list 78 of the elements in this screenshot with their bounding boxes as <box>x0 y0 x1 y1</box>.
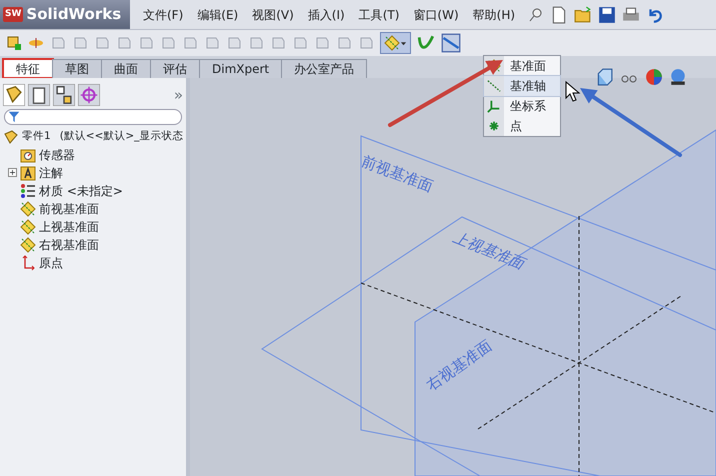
measure-icon[interactable] <box>441 33 461 53</box>
tree-item[interactable]: 材质 <未指定> <box>39 182 123 200</box>
folder-gauge-icon <box>20 146 36 162</box>
plane-label: 上视基准面 <box>450 226 528 275</box>
tab[interactable]: 特征 <box>3 59 53 78</box>
menu-item[interactable]: 基准轴 <box>484 76 560 96</box>
feature-tool-icon[interactable] <box>314 35 330 51</box>
curve-icon[interactable] <box>417 34 435 52</box>
tab[interactable]: 曲面 <box>101 59 151 78</box>
tab[interactable]: 评估 <box>150 59 200 78</box>
menu-item[interactable]: 视图(V) <box>245 6 301 24</box>
tree-item[interactable]: 右视基准面 <box>39 236 99 254</box>
config-text: (默认<<默认>_显示状态 <box>60 128 184 144</box>
open-folder-icon[interactable] <box>574 6 592 24</box>
app-name: SolidWorks <box>26 4 122 26</box>
axis-icon <box>487 79 501 93</box>
tree-item[interactable]: 前视基准面 <box>39 200 99 218</box>
menu-item[interactable]: 工具(T) <box>352 6 406 24</box>
feature-tool-icon[interactable] <box>182 35 198 51</box>
filter-field[interactable] <box>4 108 182 124</box>
parts-tree-icon[interactable] <box>3 84 25 106</box>
menu-item[interactable]: 点 <box>484 116 560 136</box>
configuration-icon[interactable] <box>53 84 75 106</box>
tree-item[interactable]: 传感器 <box>39 146 75 164</box>
tree-item[interactable]: 原点 <box>39 254 63 272</box>
scene-icon[interactable] <box>669 68 687 86</box>
feature-tool-icon[interactable] <box>292 35 308 51</box>
view-cube-icon[interactable] <box>595 68 613 86</box>
expand-panel-button[interactable]: » <box>174 84 183 106</box>
asterisk-icon <box>487 119 501 133</box>
menu-item[interactable]: 编辑(E) <box>190 6 246 24</box>
plane-icon <box>20 200 36 216</box>
menu-item[interactable]: 插入(I) <box>300 6 352 24</box>
feature-tool-icon[interactable] <box>50 35 66 51</box>
tab[interactable]: DimXpert <box>199 59 282 78</box>
plane-label: 前视基准面 <box>358 150 436 198</box>
mouse-cursor-icon <box>566 80 580 102</box>
feature-tool-icon[interactable] <box>226 35 242 51</box>
menu-item[interactable]: 坐标系 <box>484 96 560 116</box>
save-icon[interactable] <box>598 6 616 24</box>
tree-item[interactable]: 零件1 <box>22 128 51 144</box>
feature-tool-icon[interactable] <box>204 35 220 51</box>
printer-icon[interactable] <box>622 6 640 24</box>
plane-icon <box>20 236 36 252</box>
filter-icon <box>8 110 20 122</box>
color-ball-icon[interactable] <box>645 68 663 86</box>
menu-item[interactable]: 文件(F) <box>136 6 190 24</box>
feature-tool-icon[interactable] <box>72 35 88 51</box>
plane-label: 右视基准面 <box>422 336 496 396</box>
property-sheet-icon[interactable] <box>28 84 50 106</box>
logo-icon: SW <box>3 6 24 22</box>
coordinate-system-icon <box>487 99 501 113</box>
feature-tool-icon[interactable] <box>94 35 110 51</box>
target-icon[interactable] <box>78 84 100 106</box>
feature-tool-icon[interactable] <box>358 35 374 51</box>
feature-tool-icon[interactable] <box>270 35 286 51</box>
feature-tool-icon[interactable] <box>160 35 176 51</box>
feature-tool-icon[interactable] <box>116 35 132 51</box>
origin-axes-icon <box>20 254 36 270</box>
tab[interactable]: 办公室产品 <box>281 59 368 78</box>
tree-item[interactable]: 注解 <box>39 164 63 182</box>
feature-tool-icon[interactable] <box>138 35 154 51</box>
plane-icon <box>384 35 400 51</box>
extrude-icon[interactable] <box>6 35 22 51</box>
menu-item[interactable]: 帮助(H) <box>466 6 522 24</box>
folder-letter-icon <box>20 164 36 180</box>
caret-icon <box>400 40 407 46</box>
revolve-icon[interactable] <box>28 35 44 51</box>
tab[interactable]: 草图 <box>52 59 102 78</box>
feature-tool-icon[interactable] <box>336 35 352 51</box>
expand-toggle[interactable]: + <box>8 168 17 177</box>
feature-tool-icon[interactable] <box>248 35 264 51</box>
reference-geometry-button[interactable] <box>380 32 411 54</box>
plane-icon <box>20 218 36 234</box>
menu-item[interactable]: 窗口(W) <box>406 6 466 24</box>
tree-item[interactable]: 上视基准面 <box>39 218 99 236</box>
part-icon <box>3 128 19 144</box>
material-list-icon <box>20 182 36 198</box>
